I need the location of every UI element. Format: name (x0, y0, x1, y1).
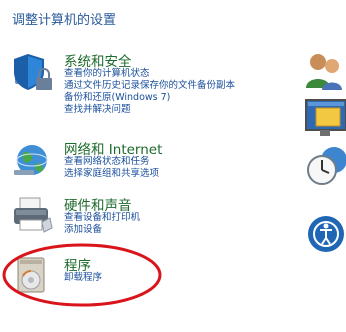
link-uninstall-program[interactable]: 卸载程序 (64, 272, 102, 284)
category-title-network-internet[interactable]: 网络和 Internet (64, 138, 162, 158)
shield-icon (12, 50, 56, 94)
clock-globe-icon (304, 146, 346, 186)
ease-of-access-icon (304, 214, 346, 254)
user-accounts-icon (304, 50, 346, 90)
link-homegroup-sharing[interactable]: 选择家庭组和共享选项 (64, 168, 159, 180)
category-system-security: 系统和安全 查看你的计算机状态 通过文件历史记录保存你的文件备份副本 备份和还原… (12, 50, 302, 115)
category-programs: 程序 卸载程序 (12, 254, 302, 312)
network-globe-icon (12, 138, 56, 182)
programs-disc-icon (12, 254, 56, 298)
link-troubleshoot[interactable]: 查找并解决问题 (64, 104, 131, 116)
link-view-computer-status[interactable]: 查看你的计算机状态 (64, 68, 150, 80)
link-network-status[interactable]: 查看网络状态和任务 (64, 156, 150, 168)
category-hardware-sound: 硬件和声音 查看设备和打印机 添加设备 (12, 194, 302, 252)
link-devices-printers[interactable]: 查看设备和打印机 (64, 212, 140, 224)
link-backup-restore[interactable]: 备份和还原(Windows 7) (64, 92, 170, 104)
printer-icon (12, 194, 56, 238)
page-heading: 调整计算机的设置 (12, 13, 117, 28)
link-file-history-backup[interactable]: 通过文件历史记录保存你的文件备份副本 (64, 80, 235, 92)
category-title-system-security[interactable]: 系统和安全 (64, 50, 132, 70)
category-title-hardware-sound[interactable]: 硬件和声音 (64, 194, 132, 214)
appearance-icon (304, 98, 346, 138)
category-network-internet: 网络和 Internet 查看网络状态和任务 选择家庭组和共享选项 (12, 138, 302, 196)
category-title-programs[interactable]: 程序 (64, 254, 91, 274)
link-add-device[interactable]: 添加设备 (64, 224, 102, 236)
